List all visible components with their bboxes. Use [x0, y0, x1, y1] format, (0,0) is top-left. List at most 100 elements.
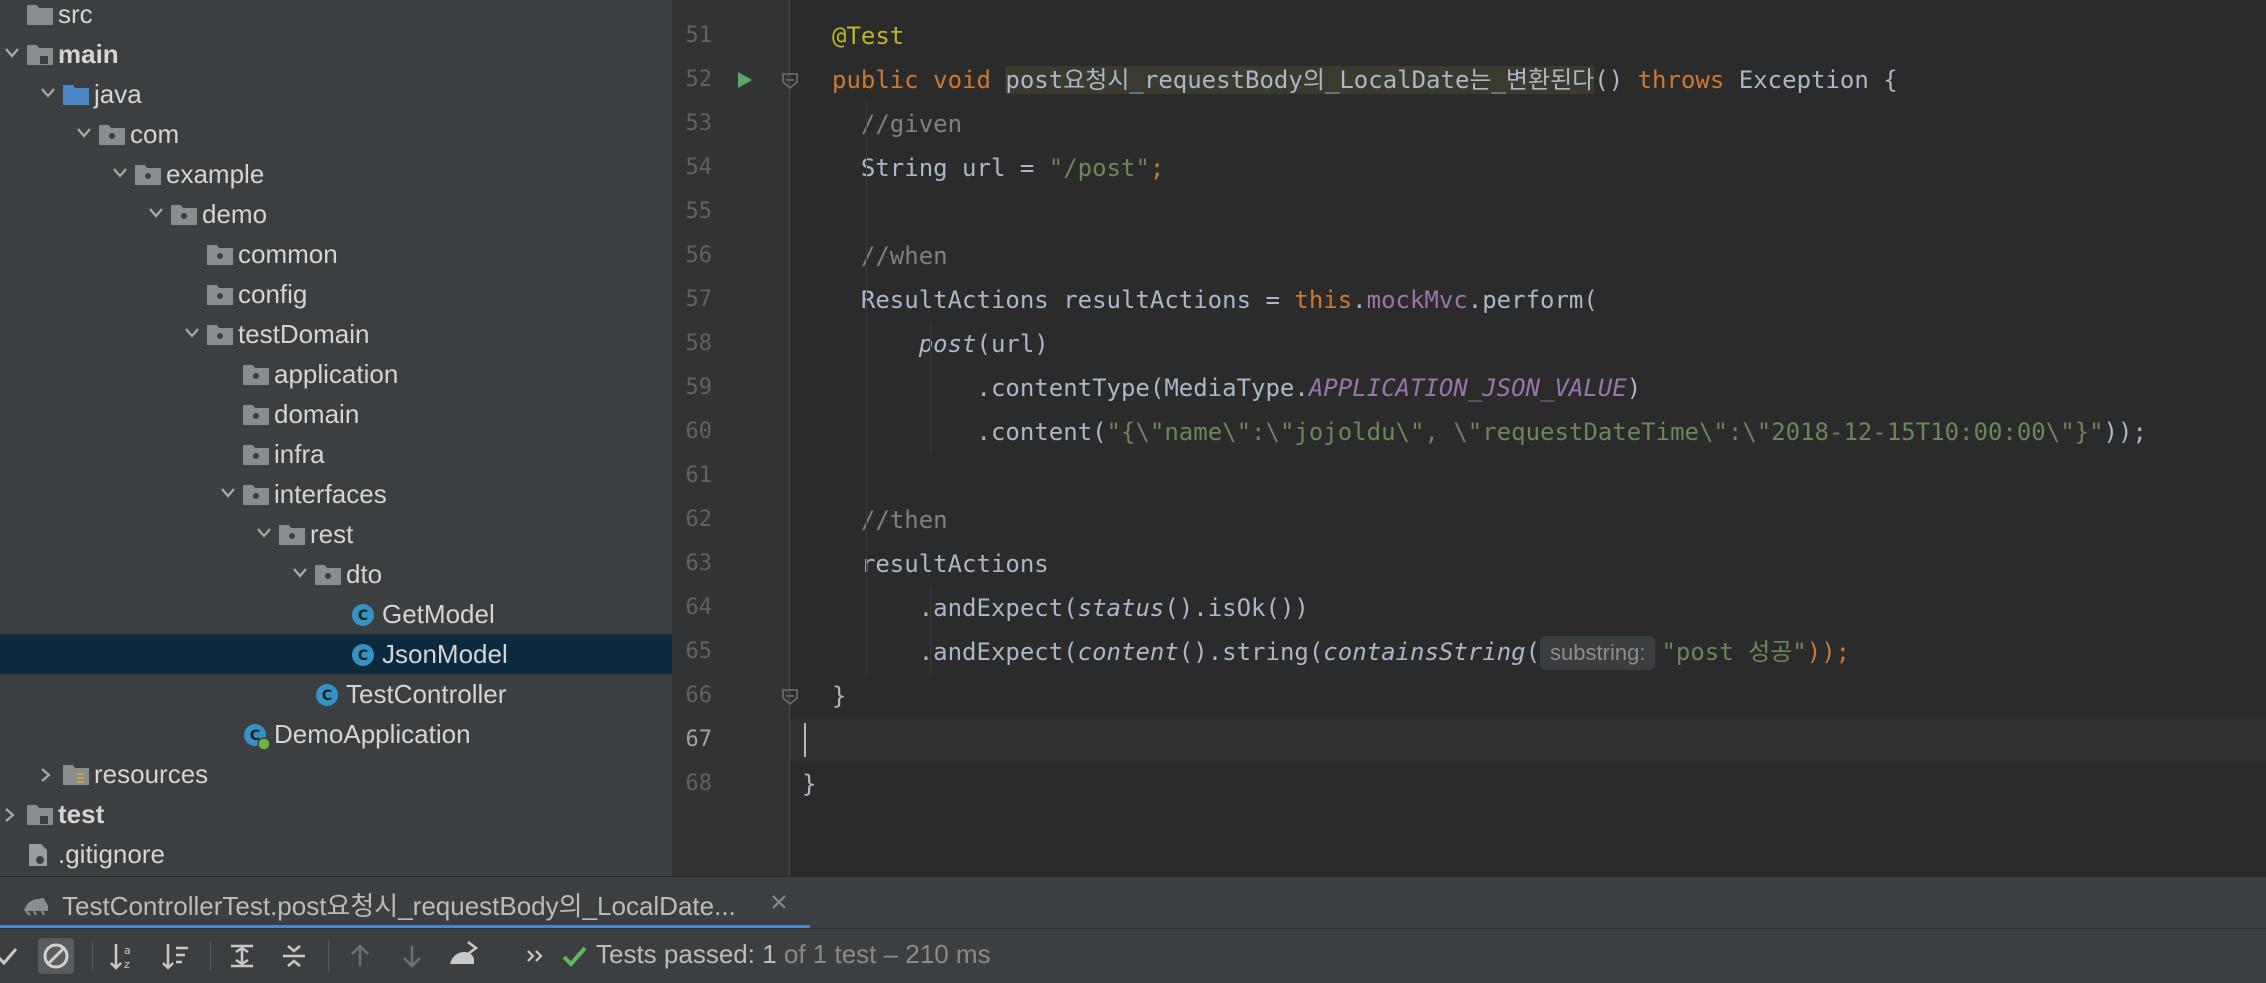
code-token: this — [1294, 286, 1353, 314]
code-token: )); — [2103, 418, 2147, 446]
line-number: 61 — [685, 463, 713, 488]
code-token: //given — [832, 110, 963, 138]
code-token: "{\"name\":\"jojoldu\", \"requestDateTim… — [1106, 418, 2104, 446]
tree-item-config[interactable]: config — [0, 274, 672, 314]
parameter-hint: substring: — [1540, 636, 1656, 670]
tree-item-testdomain[interactable]: testDomain — [0, 314, 672, 354]
code-token: throws — [1637, 66, 1739, 94]
tree-item-com[interactable]: com — [0, 114, 672, 154]
code-editor[interactable]: 51 52 53 54 55 56 57 58 59 60 61 62 63 64 65 66 67 68 @Te… — [672, 0, 2266, 876]
fold-marker-icon[interactable] — [780, 70, 800, 90]
chevron-down-icon[interactable] — [256, 527, 271, 539]
tree-item-common[interactable]: common — [0, 234, 672, 274]
code-line: ResultActions resultActions = this.mockM… — [832, 278, 1598, 322]
tree-item-getmodel[interactable]: C GetModel — [0, 594, 672, 634]
sort-alphabetically-icon[interactable]: az — [106, 938, 142, 974]
java-source-root-icon — [62, 82, 89, 106]
tests-passed-check-icon — [556, 938, 592, 974]
fold-marker-icon[interactable] — [780, 686, 800, 706]
chevron-down-icon[interactable] — [76, 127, 91, 139]
tree-item-jsonmodel[interactable]: C JsonModel — [0, 634, 672, 674]
line-number: 53 — [685, 111, 713, 136]
code-line: //when — [832, 234, 948, 278]
tree-item-infra[interactable]: infra — [0, 434, 672, 474]
chevron-down-icon[interactable] — [112, 167, 127, 179]
tree-item-label: JsonModel — [382, 639, 508, 669]
import-tests-icon[interactable] — [446, 938, 482, 974]
chevron-right-icon[interactable] — [4, 807, 16, 822]
line-number: 56 — [685, 243, 713, 268]
code-token: resultActions — [832, 550, 1049, 578]
tree-item-demoapplication[interactable]: C DemoApplication — [0, 714, 672, 754]
tree-item-label: GetModel — [382, 599, 495, 629]
package-icon — [314, 562, 341, 586]
previous-failed-test-icon[interactable] — [342, 938, 378, 974]
code-token: ) — [1626, 374, 1642, 402]
code-token: ResultActions resultActions = — [832, 286, 1295, 314]
tree-item-domain[interactable]: domain — [0, 394, 672, 434]
close-tab-icon[interactable] — [768, 891, 790, 913]
run-test-icon[interactable] — [734, 70, 754, 90]
spring-boot-class-icon: C — [242, 722, 271, 751]
tree-item-interfaces[interactable]: interfaces — [0, 474, 672, 514]
package-icon — [170, 202, 197, 226]
expand-all-icon[interactable] — [224, 938, 260, 974]
run-tab[interactable]: TestControllerTest.post요청시_requestBody의_… — [0, 877, 810, 929]
code-token: post요청시_requestBody의_LocalDate는_변환된다 — [1005, 66, 1595, 94]
line-number: 67 — [685, 727, 713, 752]
package-icon — [242, 442, 269, 466]
tree-item-label: DemoApplication — [274, 719, 471, 749]
tree-item-application[interactable]: application — [0, 354, 672, 394]
code-line: .andExpect(status().isOk()) — [832, 586, 1309, 630]
tree-item-label: dto — [346, 559, 383, 589]
test-runner-icon — [20, 889, 52, 917]
tree-item-main[interactable]: main — [0, 34, 672, 74]
chevron-down-icon[interactable] — [148, 207, 163, 219]
code-token: content — [1077, 638, 1179, 666]
class-icon: C — [350, 602, 376, 626]
chevron-down-icon[interactable] — [292, 567, 307, 579]
tree-item-dto[interactable]: dto — [0, 554, 672, 594]
test-status-text: Tests passed: 1 of 1 test – 210 ms — [596, 939, 991, 970]
sort-by-duration-icon[interactable] — [158, 938, 194, 974]
code-line: } — [832, 674, 846, 718]
code-token: .contentType(MediaType. — [832, 374, 1309, 402]
tree-item-test[interactable]: test — [0, 794, 672, 834]
chevron-down-icon[interactable] — [4, 47, 19, 59]
tree-item-gitignore[interactable]: .gitignore — [0, 834, 672, 874]
tree-item-java[interactable]: java — [0, 74, 672, 114]
tree-item-label: config — [238, 279, 308, 309]
indent-guide — [866, 102, 867, 674]
project-tree: src main java com example demo common config tes… — [0, 0, 672, 876]
tree-item-label: resources — [94, 759, 209, 789]
chevron-right-icon[interactable] — [40, 767, 52, 782]
code-token: Exception { — [1738, 66, 1898, 94]
line-number: 51 — [685, 23, 713, 48]
tree-item-rest[interactable]: rest — [0, 514, 672, 554]
tree-item-demo[interactable]: demo — [0, 194, 672, 234]
more-actions-icon[interactable] — [518, 938, 554, 974]
tree-item-label: application — [274, 359, 399, 389]
code-token: String url = — [832, 154, 1049, 182]
show-passed-icon[interactable] — [0, 938, 24, 974]
tree-item-src[interactable]: src — [0, 0, 672, 34]
package-icon — [206, 242, 233, 266]
chevron-down-icon[interactable] — [40, 87, 55, 99]
tree-item-testcontroller[interactable]: C TestController — [0, 674, 672, 714]
code-token: () — [1594, 66, 1638, 94]
show-ignored-icon[interactable] — [38, 938, 74, 974]
tree-item-label: domain — [274, 399, 360, 429]
class-icon: C — [350, 642, 376, 666]
code-line: resultActions — [832, 542, 1049, 586]
chevron-down-icon[interactable] — [184, 327, 199, 339]
collapse-all-icon[interactable] — [276, 938, 312, 974]
tree-item-example[interactable]: example — [0, 154, 672, 194]
svg-text:C: C — [358, 648, 368, 664]
tree-item-label: java — [94, 79, 142, 109]
chevron-down-icon[interactable] — [220, 487, 235, 499]
resources-folder-icon — [62, 762, 89, 786]
tree-item-label: src — [58, 0, 93, 29]
tree-item-resources[interactable]: resources — [0, 754, 672, 794]
next-failed-test-icon[interactable] — [394, 938, 430, 974]
